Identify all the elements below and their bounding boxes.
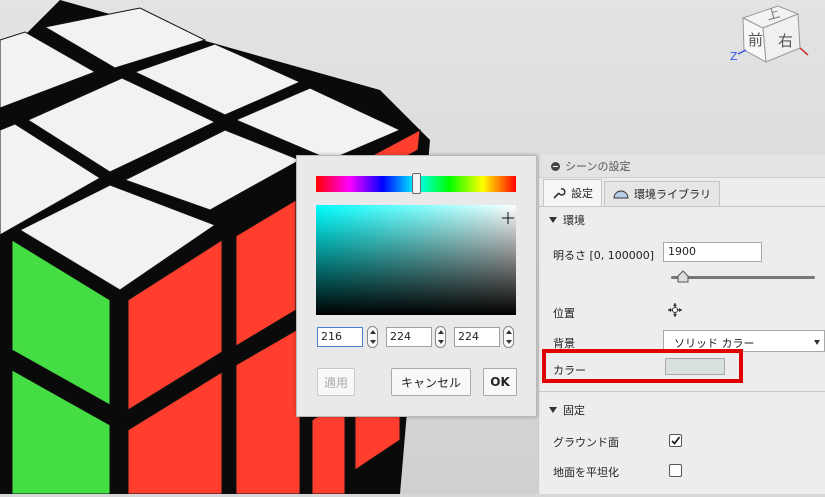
color-picker-dialog: 216 224 224 適用 キャンセル OK	[296, 155, 537, 417]
scene-settings-panel: シーンの設定 設定 環境ライブラリ 環境 明るさ [0, 100000] 190…	[538, 155, 825, 494]
blue-spinner[interactable]	[503, 326, 514, 348]
tab-settings-label: 設定	[571, 187, 593, 200]
tab-settings[interactable]: 設定	[543, 179, 602, 206]
blue-input[interactable]: 224	[454, 327, 500, 347]
axis-z-label: Z	[730, 50, 738, 63]
red-spinner[interactable]	[367, 326, 378, 348]
section-environment[interactable]: 環境	[539, 207, 825, 233]
flatten-ground-label: 地面を平坦化	[553, 466, 619, 479]
color-swatch[interactable]	[665, 358, 725, 375]
collapse-icon[interactable]	[551, 161, 560, 171]
ground-plane-checkbox[interactable]	[669, 434, 682, 447]
section-fixed[interactable]: 固定	[539, 397, 825, 423]
position-label: 位置	[553, 307, 575, 320]
brightness-row: 明るさ [0, 100000] 1900	[539, 241, 825, 267]
brightness-slider-track[interactable]	[671, 276, 815, 279]
brightness-slider-thumb[interactable]	[676, 270, 690, 284]
move-icon[interactable]	[667, 302, 683, 318]
section-fixed-label: 固定	[563, 404, 585, 417]
ground-plane-label: グラウンド面	[553, 436, 619, 449]
flatten-ground-row: 地面を平坦化	[539, 461, 825, 481]
dome-icon	[613, 190, 629, 199]
brightness-slider-row	[539, 269, 825, 285]
viewcube-right-label[interactable]: 右	[778, 32, 793, 50]
ok-button[interactable]: OK	[483, 368, 517, 396]
red-input[interactable]: 216	[317, 327, 363, 347]
panel-header[interactable]: シーンの設定	[539, 155, 825, 178]
panel-tabs: 設定 環境ライブラリ	[539, 178, 825, 207]
crosshair-icon	[502, 212, 514, 224]
cancel-button[interactable]: キャンセル	[391, 368, 471, 396]
green-input[interactable]: 224	[386, 327, 432, 347]
flatten-ground-checkbox[interactable]	[669, 464, 682, 477]
chevron-down-icon	[814, 340, 820, 345]
tab-environment-library[interactable]: 環境ライブラリ	[604, 181, 720, 206]
section-environment-label: 環境	[563, 214, 585, 227]
checkmark-icon	[671, 436, 681, 445]
tab-environment-library-label: 環境ライブラリ	[634, 188, 711, 201]
ground-plane-row: グラウンド面	[539, 431, 825, 451]
color-label: カラー	[553, 364, 586, 377]
color-row: カラー	[539, 357, 825, 377]
position-row: 位置	[539, 301, 825, 323]
hue-slider-thumb[interactable]	[412, 173, 421, 194]
view-cube[interactable]: 上 前 右 Z	[728, 0, 825, 80]
panel-title: シーンの設定	[565, 160, 631, 173]
viewcube-front-label[interactable]: 前	[748, 31, 763, 49]
brightness-label: 明るさ [0, 100000]	[553, 249, 655, 262]
divider	[539, 391, 825, 392]
apply-button[interactable]: 適用	[317, 368, 355, 396]
saturation-value-area[interactable]	[316, 205, 516, 315]
green-spinner[interactable]	[435, 326, 446, 348]
wrench-icon	[553, 188, 566, 199]
brightness-input[interactable]: 1900	[663, 242, 762, 262]
triangle-down-icon[interactable]	[549, 217, 557, 223]
triangle-down-icon[interactable]	[549, 407, 557, 413]
